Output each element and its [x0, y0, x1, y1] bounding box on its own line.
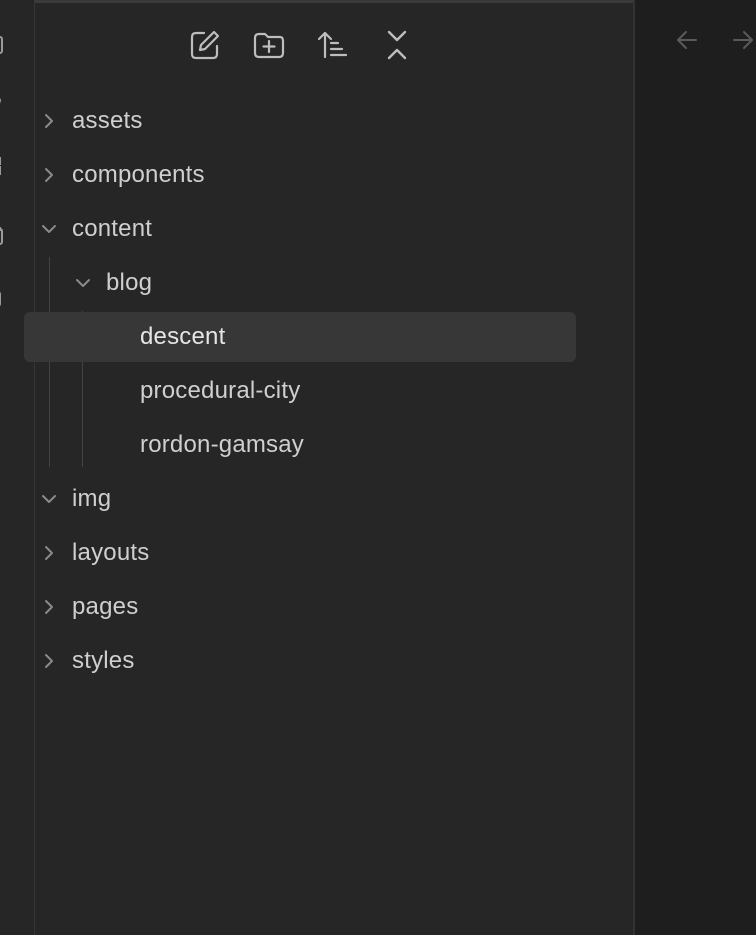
- tree-item-label: procedural-city: [140, 377, 301, 404]
- tree-item-label: img: [72, 485, 112, 512]
- arrow-right-icon: [733, 31, 753, 49]
- forward-button[interactable]: [729, 26, 756, 54]
- tree-item-file[interactable]: procedural-city: [24, 364, 576, 418]
- arrow-left-icon: [677, 31, 697, 49]
- collapse-all-button[interactable]: [379, 27, 415, 63]
- back-button[interactable]: [673, 26, 701, 54]
- folder-plus-icon: [253, 32, 285, 59]
- file-tree: assets components content blog descent p…: [24, 94, 576, 688]
- book-icon[interactable]: [0, 290, 4, 308]
- chevron-down-icon: [74, 274, 92, 292]
- tree-item-label: styles: [72, 647, 135, 674]
- sort-icon: [317, 31, 348, 59]
- chevron-right-icon: [40, 652, 58, 670]
- tree-item-label: pages: [72, 593, 139, 620]
- chevron-right-icon: [40, 598, 58, 616]
- top-border: [35, 0, 667, 3]
- tree-item-file-active[interactable]: descent: [24, 312, 576, 362]
- editor-area: [635, 0, 756, 935]
- tree-item-folder[interactable]: pages: [24, 580, 576, 634]
- tree-item-label: components: [72, 161, 205, 188]
- dash-icon[interactable]: [0, 366, 4, 384]
- tree-item-folder[interactable]: layouts: [24, 526, 576, 580]
- tree-item-folder[interactable]: img: [24, 472, 576, 526]
- calendar-icon[interactable]: [0, 227, 4, 245]
- chevron-down-icon: [40, 220, 58, 238]
- chevron-down-icon: [40, 490, 58, 508]
- tree-item-label: descent: [140, 323, 226, 350]
- tree-item-label: rordon-gamsay: [140, 431, 305, 458]
- tree-item-folder[interactable]: blog: [24, 256, 576, 310]
- tree-item-label: layouts: [72, 539, 150, 566]
- tree-item-file[interactable]: rordon-gamsay: [24, 418, 576, 472]
- edit-icon: [190, 30, 220, 60]
- new-folder-button[interactable]: [251, 27, 287, 63]
- collapse-icon: [387, 30, 407, 60]
- tree-item-label: blog: [106, 269, 153, 296]
- chevron-right-icon: [40, 112, 58, 130]
- files-icon[interactable]: [0, 36, 4, 54]
- explorer-toolbar: [187, 27, 415, 63]
- tree-item-folder[interactable]: components: [24, 148, 576, 202]
- tree-item-label: content: [72, 215, 153, 242]
- grid-icon[interactable]: [0, 157, 4, 175]
- sort-button[interactable]: [315, 27, 351, 63]
- tree-item-folder[interactable]: content: [24, 202, 576, 256]
- new-note-button[interactable]: [187, 27, 223, 63]
- link-icon[interactable]: [0, 94, 4, 112]
- tree-item-folder[interactable]: assets: [24, 94, 576, 148]
- tree-item-label: assets: [72, 107, 143, 134]
- tree-item-folder[interactable]: styles: [24, 634, 576, 688]
- app-window: assets components content blog descent p…: [0, 0, 756, 935]
- chevron-right-icon: [40, 166, 58, 184]
- chevron-right-icon: [40, 544, 58, 562]
